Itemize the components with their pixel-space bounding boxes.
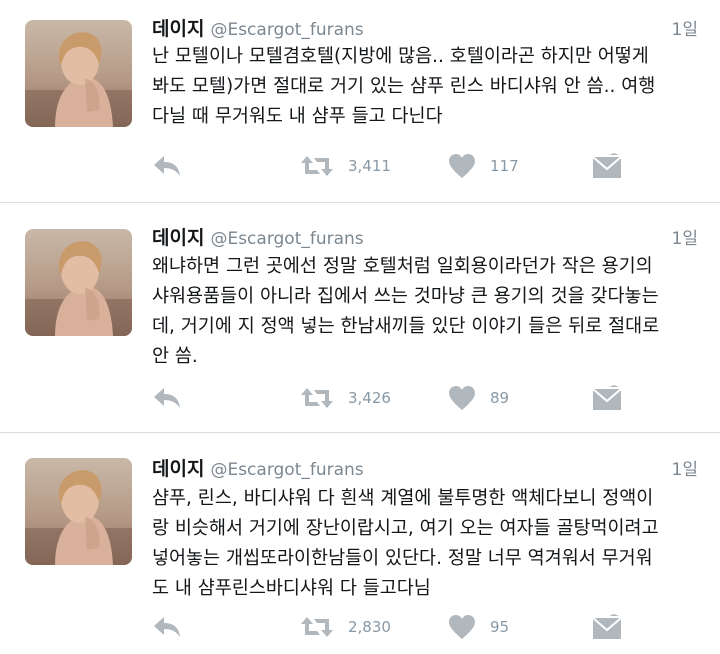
retweet-count: 3,426 bbox=[348, 389, 391, 407]
tweet-actions: 3,411 117 bbox=[152, 151, 622, 181]
retweet-button[interactable]: 3,411 bbox=[300, 151, 391, 181]
user-handle[interactable]: @Escargot_furans bbox=[210, 229, 363, 249]
tweet-feed: 데이지 @Escargot_furans 1일 난 모텔이나 모텔겸호텔(지방에 … bbox=[0, 0, 720, 654]
timestamp[interactable]: 1일 bbox=[672, 455, 698, 480]
reply-button[interactable] bbox=[152, 612, 182, 642]
tweet-text: 난 모텔이나 모텔겸호텔(지방에 많음.. 호텔이라곤 하지만 어떻게 봐도 모… bbox=[152, 46, 656, 127]
avatar-image bbox=[25, 20, 132, 127]
retweet-count: 3,411 bbox=[348, 157, 391, 175]
like-count: 117 bbox=[490, 157, 519, 175]
like-button[interactable]: 117 bbox=[448, 151, 519, 181]
retweet-count: 2,830 bbox=[348, 618, 391, 636]
like-count: 95 bbox=[490, 618, 510, 636]
avatar[interactable] bbox=[25, 458, 132, 565]
envelope-icon bbox=[592, 385, 622, 410]
retweet-button[interactable]: 3,426 bbox=[300, 383, 391, 413]
heart-icon bbox=[449, 154, 475, 178]
retweet-button[interactable]: 2,830 bbox=[300, 612, 391, 642]
retweet-icon bbox=[301, 388, 333, 408]
reply-button[interactable] bbox=[152, 383, 182, 413]
reply-button[interactable] bbox=[152, 151, 182, 181]
avatar[interactable] bbox=[25, 229, 132, 336]
display-name[interactable]: 데이지 bbox=[152, 458, 204, 480]
tweet-actions: 2,830 95 bbox=[152, 612, 622, 642]
envelope-icon bbox=[592, 614, 622, 639]
retweet-icon bbox=[301, 617, 333, 637]
tweet-actions: 3,426 89 bbox=[152, 383, 622, 413]
avatar-image bbox=[25, 458, 132, 565]
avatar-image bbox=[25, 229, 132, 336]
timestamp[interactable]: 1일 bbox=[672, 224, 698, 249]
retweet-icon bbox=[301, 156, 333, 176]
envelope-icon bbox=[592, 153, 622, 178]
heart-icon bbox=[449, 615, 475, 639]
direct-message-button[interactable] bbox=[592, 383, 622, 413]
tweet-card[interactable]: 데이지 @Escargot_furans 1일 왜냐하면 그런 곳에선 정말 호텔… bbox=[0, 203, 720, 433]
like-button[interactable]: 89 bbox=[448, 383, 509, 413]
tweet-text: 왜냐하면 그런 곳에선 정말 호텔처럼 일회용이라던가 작은 용기의 샤워용품들… bbox=[152, 256, 660, 367]
user-handle[interactable]: @Escargot_furans bbox=[210, 460, 363, 480]
tweet-header: 데이지 @Escargot_furans 1일 bbox=[152, 14, 698, 40]
avatar[interactable] bbox=[25, 20, 132, 127]
reply-arrow-icon bbox=[154, 617, 180, 637]
heart-icon bbox=[449, 386, 475, 410]
reply-arrow-icon bbox=[154, 388, 180, 408]
tweet-header: 데이지 @Escargot_furans 1일 bbox=[152, 454, 698, 480]
like-button[interactable]: 95 bbox=[448, 612, 509, 642]
tweet-text: 샴푸, 린스, 바디샤워 다 흰색 계열에 불투명한 액체다보니 정액이 랑 비… bbox=[152, 488, 659, 599]
reply-arrow-icon bbox=[154, 156, 180, 176]
timestamp[interactable]: 1일 bbox=[672, 15, 698, 40]
user-handle[interactable]: @Escargot_furans bbox=[210, 20, 363, 40]
like-count: 89 bbox=[490, 389, 510, 407]
direct-message-button[interactable] bbox=[592, 612, 622, 642]
tweet-card[interactable]: 데이지 @Escargot_furans 1일 샴푸, 린스, 바디샤워 다 흰색… bbox=[0, 433, 720, 654]
direct-message-button[interactable] bbox=[592, 151, 622, 181]
display-name[interactable]: 데이지 bbox=[152, 227, 204, 249]
tweet-card[interactable]: 데이지 @Escargot_furans 1일 난 모텔이나 모텔겸호텔(지방에 … bbox=[0, 0, 720, 203]
tweet-header: 데이지 @Escargot_furans 1일 bbox=[152, 223, 698, 249]
display-name[interactable]: 데이지 bbox=[152, 18, 204, 40]
